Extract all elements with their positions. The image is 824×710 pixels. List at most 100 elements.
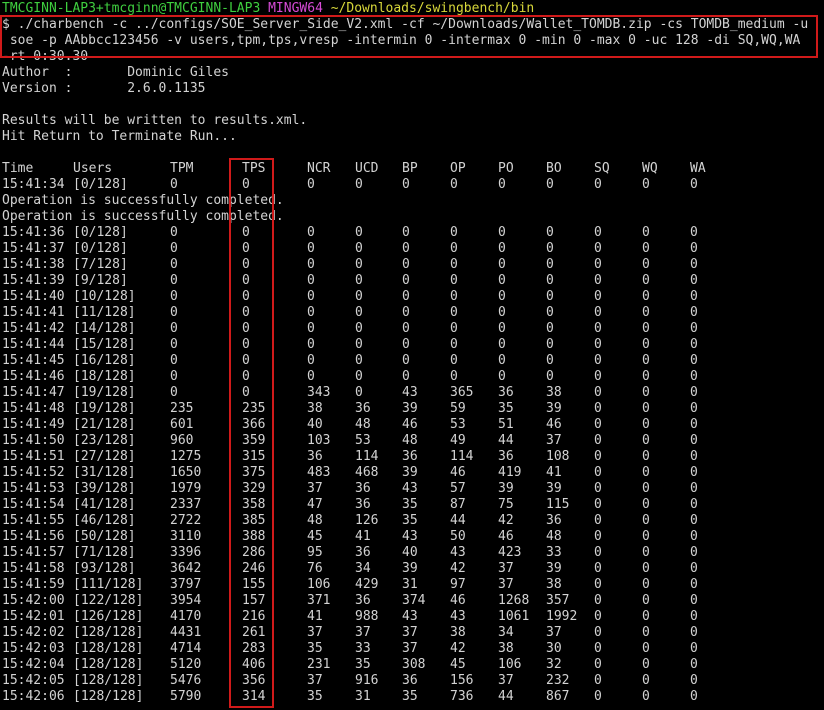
column-header-ncr: NCR: [307, 161, 331, 176]
table-cell-time: 15:41:55: [2, 513, 65, 528]
table-cell-sq: 0: [594, 369, 602, 384]
table-cell-tpm: 0: [170, 337, 178, 352]
table-cell-ucd: 0: [355, 289, 363, 304]
table-cell-op: 59: [450, 401, 466, 416]
table-cell-wa: 0: [690, 305, 698, 320]
table-cell-wq: 0: [642, 625, 650, 640]
table-row: 15:42:05 [128/128] 5476 356 37 916 36 156 37 232 0…: [2, 673, 824, 689]
table-cell-sq: 0: [594, 625, 602, 640]
table-cell-wq: 0: [642, 337, 650, 352]
prompt-user-host: TMCGINN-LAP3+tmcginn@TMCGINN-LAP3: [2, 1, 261, 16]
table-cell-tpm: 3797: [170, 577, 202, 592]
table-cell-po: 0: [498, 225, 506, 240]
table-cell-wq: 0: [642, 289, 650, 304]
table-cell-po: 34: [498, 625, 514, 640]
table-cell-op: 156: [450, 673, 474, 688]
table-cell-op: 0: [450, 177, 458, 192]
table-cell-bo: 30: [546, 641, 562, 656]
table-cell-tpm: 4714: [170, 641, 202, 656]
table-cell-bo: 0: [546, 225, 554, 240]
table-row: 15:41:57 [71/128] 3396 286 95 36 40 43 423 33 0 0 0: [2, 545, 824, 561]
table-row: 15:41:53 [39/128] 1979 329 37 36 43 57 39 39 0 0 0: [2, 481, 824, 497]
table-cell-sq: 0: [594, 529, 602, 544]
table-cell-ucd: 37: [355, 625, 371, 640]
table-cell-wa: 0: [690, 273, 698, 288]
table-cell-time: 15:41:46: [2, 369, 65, 384]
table-cell-ucd: 0: [355, 385, 363, 400]
table-cell-po: 0: [498, 273, 506, 288]
table-cell-ncr: 76: [307, 561, 323, 576]
table-cell-tpm: 0: [170, 289, 178, 304]
table-cell-ucd: 0: [355, 305, 363, 320]
table-cell-op: 42: [450, 561, 466, 576]
table-cell-po: 0: [498, 305, 506, 320]
table-cell-wa: 0: [690, 177, 698, 192]
table-cell-ncr: 0: [307, 257, 315, 272]
table-cell-sq: 0: [594, 561, 602, 576]
table-cell-tps: 286: [242, 545, 266, 560]
table-cell-time: 15:41:57: [2, 545, 65, 560]
table-cell-po: 46: [498, 529, 514, 544]
table-cell-po: 37: [498, 577, 514, 592]
table-cell-tpm: 5120: [170, 657, 202, 672]
table-cell-tps: 0: [242, 321, 250, 336]
table-cell-users: [0/128]: [73, 225, 128, 240]
table-cell-tpm: 0: [170, 305, 178, 320]
terminal-window[interactable]: TMCGINN-LAP3+tmcginn@TMCGINN-LAP3 MINGW6…: [2, 1, 824, 705]
info-results-file: Results will be written to results.xml.: [2, 113, 308, 128]
table-cell-po: 36: [498, 449, 514, 464]
table-cell-op: 365: [450, 385, 474, 400]
table-cell-po: 0: [498, 337, 506, 352]
table-cell-users: [31/128]: [73, 465, 136, 480]
table-cell-wa: 0: [690, 673, 698, 688]
table-cell-po: 51: [498, 417, 514, 432]
table-row: 15:42:06 [128/128] 5790 314 35 31 35 736 44 867 0 0…: [2, 689, 824, 705]
table-cell-op: 0: [450, 321, 458, 336]
table-cell-sq: 0: [594, 609, 602, 624]
table-row: 15:41:54 [41/128] 2337 358 47 36 35 87 75 115 0 0 0: [2, 497, 824, 513]
table-cell-bo: 0: [546, 353, 554, 368]
table-cell-users: [21/128]: [73, 417, 136, 432]
table-cell-users: [10/128]: [73, 289, 136, 304]
table-cell-wq: 0: [642, 401, 650, 416]
table-row: 15:41:37 [0/128] 0 0 0 0 0 0 0 0 0 0 0: [2, 241, 824, 257]
table-cell-tpm: 2337: [170, 497, 202, 512]
table-cell-tpm: 1979: [170, 481, 202, 496]
table-cell-time: 15:41:54: [2, 497, 65, 512]
column-header-sq: SQ: [594, 161, 610, 176]
column-header-tpm: TPM: [170, 161, 194, 176]
table-cell-wa: 0: [690, 257, 698, 272]
table-cell-sq: 0: [594, 401, 602, 416]
table-cell-wq: 0: [642, 545, 650, 560]
table-cell-wa: 0: [690, 449, 698, 464]
table-cell-bo: 115: [546, 497, 570, 512]
column-header-bo: BO: [546, 161, 562, 176]
table-cell-wq: 0: [642, 177, 650, 192]
table-cell-bo: 38: [546, 577, 562, 592]
table-cell-users: [7/128]: [73, 257, 128, 272]
table-cell-ucd: 53: [355, 433, 371, 448]
table-cell-bo: 37: [546, 625, 562, 640]
table-cell-bp: 0: [402, 353, 410, 368]
table-cell-sq: 0: [594, 321, 602, 336]
table-cell-wq: 0: [642, 225, 650, 240]
table-cell-bo: 867: [546, 689, 570, 704]
table-cell-bp: 374: [402, 593, 426, 608]
table-cell-users: [11/128]: [73, 305, 136, 320]
table-cell-op: 87: [450, 497, 466, 512]
table-cell-ucd: 0: [355, 369, 363, 384]
table-cell-time: 15:41:48: [2, 401, 65, 416]
table-cell-po: 419: [498, 465, 522, 480]
table-cell-bp: 0: [402, 273, 410, 288]
table-cell-tpm: 1275: [170, 449, 202, 464]
table-cell-bp: 43: [402, 609, 418, 624]
shell-prompt: TMCGINN-LAP3+tmcginn@TMCGINN-LAP3 MINGW6…: [2, 1, 824, 17]
table-cell-op: 0: [450, 305, 458, 320]
table-cell-bp: 35: [402, 689, 418, 704]
table-cell-time: 15:42:04: [2, 657, 65, 672]
table-cell-ncr: 0: [307, 369, 315, 384]
table-cell-time: 15:42:00: [2, 593, 65, 608]
table-cell-bo: 108: [546, 449, 570, 464]
table-cell-ncr: 37: [307, 673, 323, 688]
